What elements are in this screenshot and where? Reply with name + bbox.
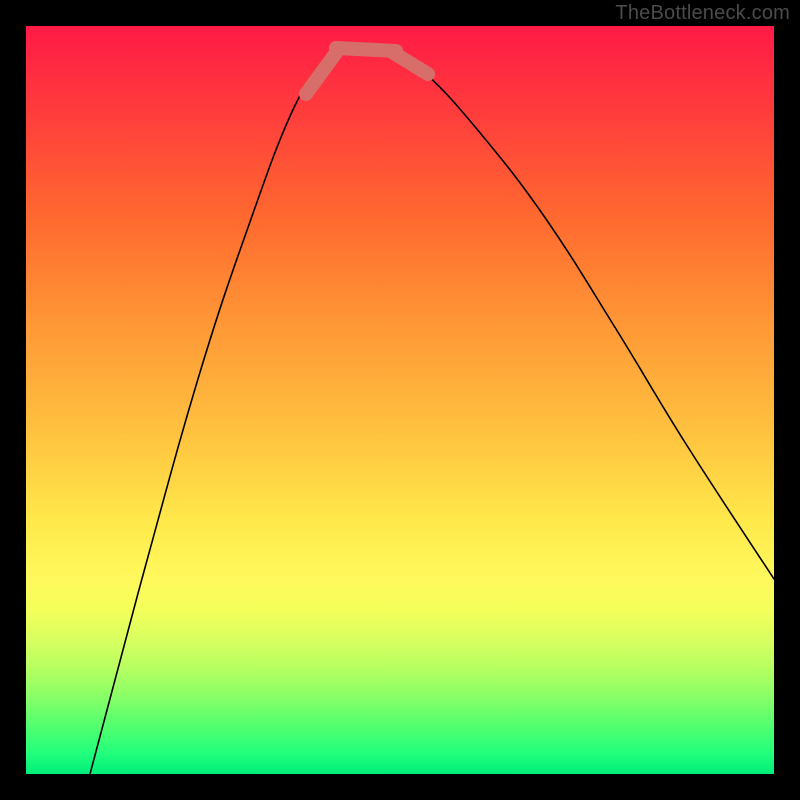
plot-area [26,26,774,774]
highlight-left-arm [306,50,338,94]
bottleneck-curve [90,48,774,774]
highlight-right-arm [392,52,428,74]
watermark-text: TheBottleneck.com [615,2,790,25]
chart-frame: TheBottleneck.com [0,0,800,800]
curve-svg [26,26,774,774]
